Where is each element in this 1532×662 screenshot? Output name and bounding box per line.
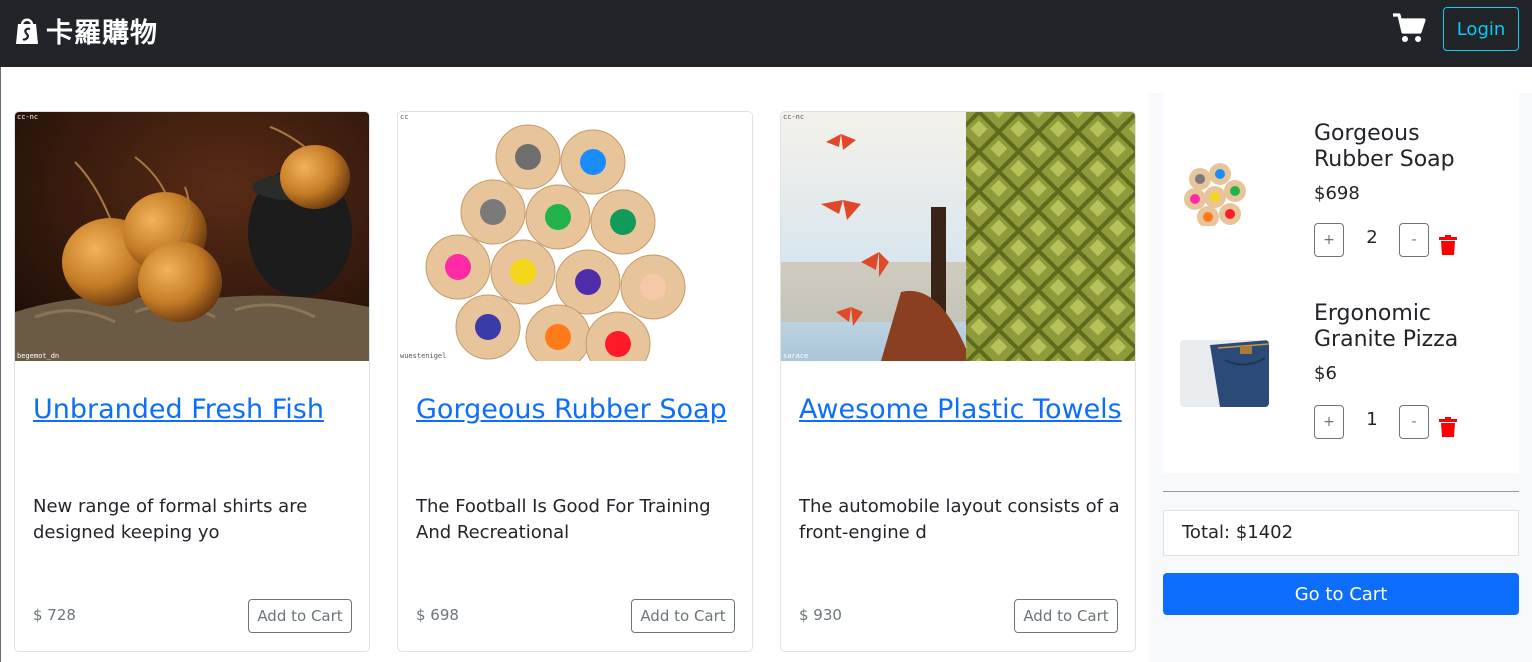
increase-quantity-button[interactable]: + [1314,223,1344,257]
cart-item-list: Gorgeous Rubber Soap $698 + 2 - Ergonomi… [1163,93,1519,473]
cart-sidebar: Gorgeous Rubber Soap $698 + 2 - Ergonomi… [1149,93,1532,662]
product-price: $ 930 [799,606,842,624]
cart-item-thumbnail [1180,159,1269,226]
product-card: cc-nc begemot_dn Unbranded Fresh Fish Ne… [14,111,370,652]
window-edge [0,67,1,662]
shopify-bag-icon [16,18,38,44]
brand-link[interactable]: 卡羅購物 [14,12,158,49]
cart-item-quantity: 2 [1366,227,1378,248]
cart-divider [1163,491,1519,492]
image-license-tag: cc [400,113,408,121]
cart-item: Gorgeous Rubber Soap $698 + 2 - [1163,93,1519,263]
trash-icon[interactable] [1439,235,1457,255]
cart-item-price: $698 [1314,183,1360,204]
top-navbar: 卡羅購物 Login [0,0,1532,67]
cart-item-thumbnail [1180,340,1269,407]
cart-item-name: Gorgeous Rubber Soap [1314,121,1455,172]
product-price: $ 728 [33,606,76,624]
product-image-onions: cc-nc begemot_dn [15,112,369,361]
product-card: cc wuestenigel Gorgeous Rubber Soap The … [397,111,753,652]
add-to-cart-button[interactable]: Add to Cart [248,599,352,633]
product-title-link[interactable]: Awesome Plastic Towels [799,394,1122,425]
product-description: The automobile layout consists of a fron… [799,496,1120,543]
product-price: $ 698 [416,606,459,624]
product-title-link[interactable]: Unbranded Fresh Fish [33,394,324,425]
go-to-cart-button[interactable]: Go to Cart [1163,573,1519,615]
image-credit: sarace [783,352,808,360]
cart-item-name: Ergonomic Granite Pizza [1314,301,1459,352]
product-title-link[interactable]: Gorgeous Rubber Soap [416,394,727,425]
decrease-quantity-button[interactable]: - [1399,405,1429,439]
cart-total: Total: $1402 [1163,510,1519,556]
cart-item: Ergonomic Granite Pizza $6 + 1 - [1163,273,1519,443]
image-credit: begemot_dn [17,352,59,360]
product-card: cc-nc sarace Awesome Plastic Towels The … [780,111,1136,652]
cart-item-quantity: 1 [1366,409,1378,430]
product-description: New range of formal shirts are designed … [33,496,308,543]
image-license-tag: cc-nc [17,113,38,121]
shopping-cart-icon[interactable] [1392,12,1426,44]
add-to-cart-button[interactable]: Add to Cart [631,599,735,633]
add-to-cart-button[interactable]: Add to Cart [1014,599,1118,633]
decrease-quantity-button[interactable]: - [1399,223,1429,257]
increase-quantity-button[interactable]: + [1314,405,1344,439]
trash-icon[interactable] [1439,417,1457,437]
image-license-tag: cc-nc [783,113,804,121]
product-image-pencils: cc wuestenigel [398,112,752,361]
brand-name: 卡羅購物 [46,17,158,49]
product-image-butterflies: cc-nc sarace [781,112,1135,361]
product-description: The Football Is Good For Training And Re… [416,496,711,543]
image-credit: wuestenigel [400,352,446,360]
login-button[interactable]: Login [1443,7,1519,51]
cart-item-price: $6 [1314,363,1337,384]
